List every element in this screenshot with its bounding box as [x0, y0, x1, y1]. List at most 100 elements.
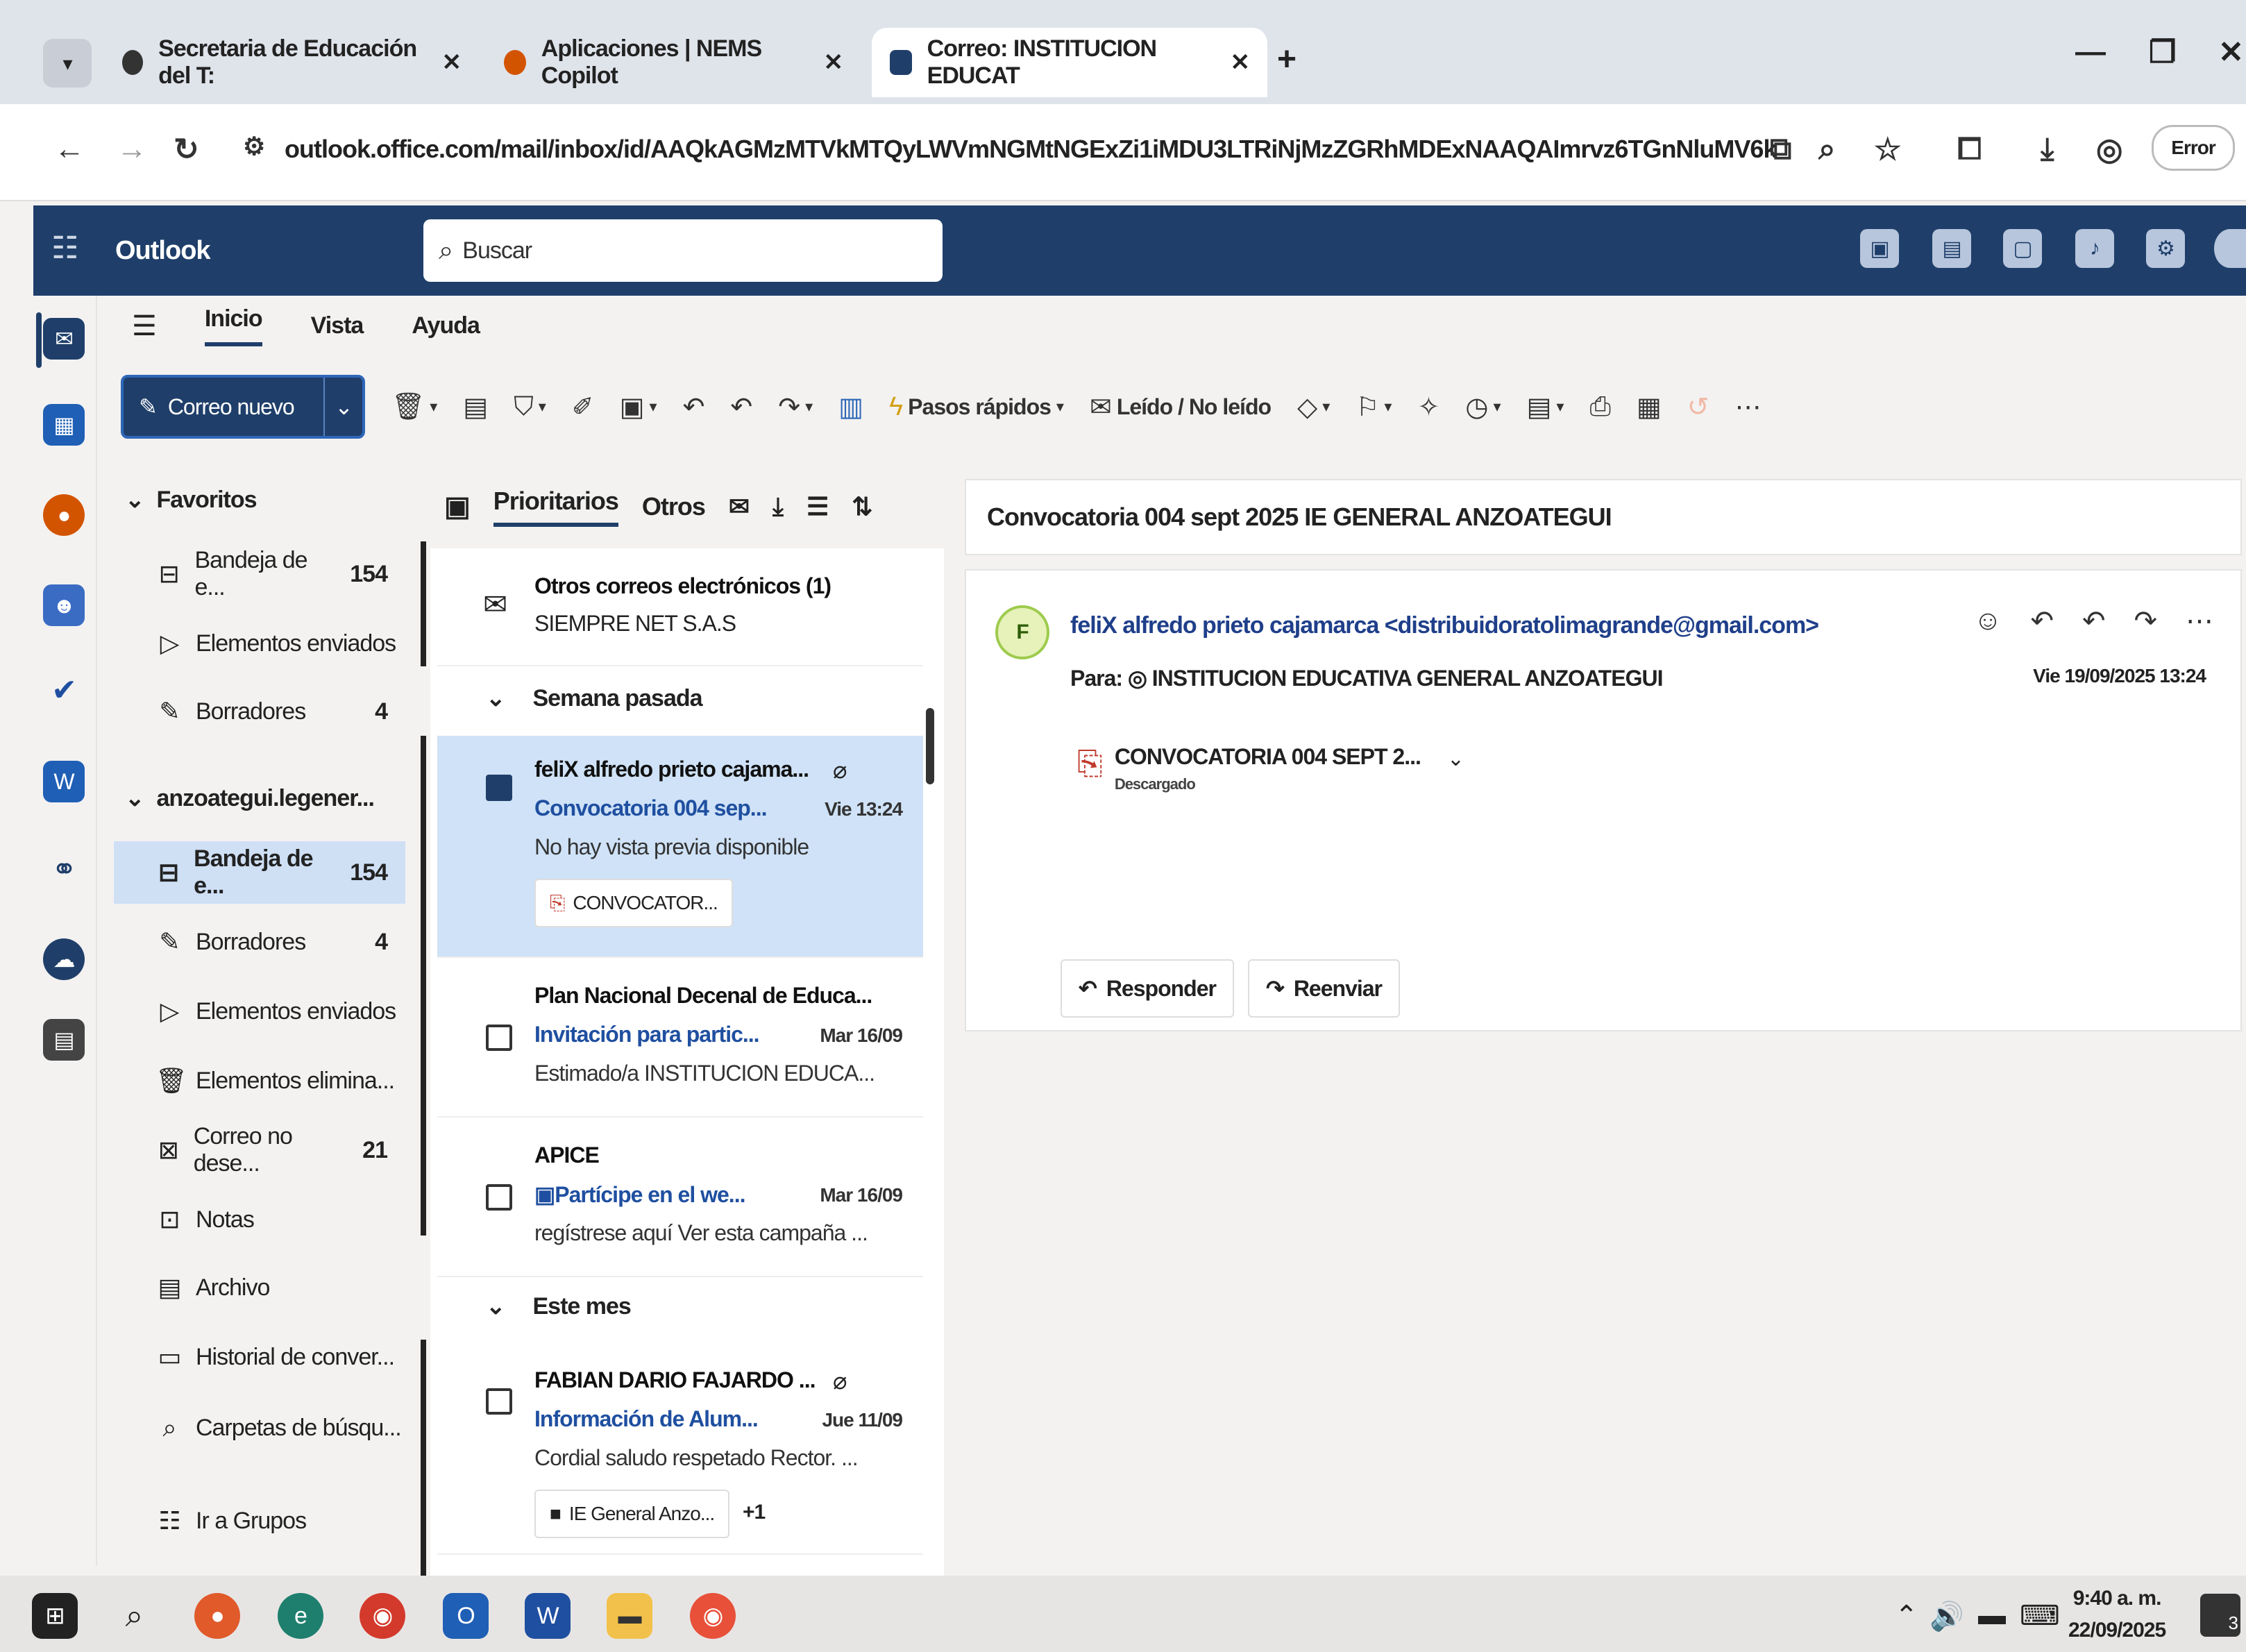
other-mail-summary[interactable]: ✉ Otros correos electrónicos (1) SIEMPRE…	[437, 548, 923, 666]
tab-vista[interactable]: Vista	[311, 312, 364, 339]
select-mode-icon[interactable]: ▣	[444, 491, 471, 523]
list-item-selected[interactable]: feliX alfredo prieto cajama... ⌀ Convoca…	[437, 736, 923, 958]
filter-icon[interactable]: ☰	[807, 492, 829, 521]
forward-icon[interactable]: →	[117, 132, 147, 167]
rules-button[interactable]: ▤ ▾	[1527, 391, 1564, 423]
volume-icon[interactable]: 🔊	[1930, 1600, 1964, 1633]
sender-name[interactable]: feliX alfredo prieto cajamarca <distribu…	[1070, 612, 1819, 639]
reply-all-button[interactable]: ↶	[730, 391, 752, 423]
folder-item-sent-fav[interactable]: ▷ Elementos enviados	[114, 612, 405, 675]
chrome-icon[interactable]: ◉	[360, 1593, 405, 1639]
categorize-button[interactable]: ◇ ▾	[1297, 391, 1330, 423]
folder-item-archive[interactable]: ▤ Archivo	[114, 1256, 405, 1319]
browser-tab-active[interactable]: Correo: INSTITUCION EDUCAT ✕	[872, 28, 1267, 97]
attachment-chip[interactable]: ■ IE General Anzo...	[534, 1490, 730, 1538]
message-list-scrollbar[interactable]	[926, 708, 934, 784]
minimize-icon[interactable]: —	[2075, 35, 2106, 69]
chrome-profile-icon[interactable]: ◉	[690, 1593, 736, 1639]
folder-item-notes[interactable]: ⊡ Notas	[114, 1188, 405, 1251]
my-day-icon[interactable]: ▢	[2003, 229, 2042, 268]
print-button[interactable]: ⎙	[1589, 392, 1610, 422]
undo-button[interactable]: ↺	[1687, 391, 1709, 423]
tab-focused[interactable]: Prioritarios	[493, 487, 619, 527]
calendar-icon[interactable]: ▦	[43, 404, 85, 446]
jump-to-icon[interactable]: ⤓	[772, 492, 784, 522]
folder-item-sent[interactable]: ▷ Elementos enviados	[114, 980, 405, 1043]
snooze-button[interactable]: ◷ ▾	[1465, 391, 1501, 423]
report-button[interactable]: ⛉ ▾	[514, 392, 546, 422]
reply-button[interactable]: ↶ Responder	[1061, 959, 1234, 1018]
message-checkbox[interactable]	[486, 1025, 512, 1051]
new-mail-dropdown-icon[interactable]: ⌄	[323, 378, 362, 436]
reply-icon[interactable]: ↶	[2030, 605, 2054, 637]
archive-button[interactable]: ▤	[463, 391, 488, 423]
url-field[interactable]: outlook.office.com/mail/inbox/id/AAQkAGM…	[285, 135, 1777, 176]
onedrive-icon[interactable]: ☁	[43, 938, 85, 980]
folder-item-junk[interactable]: ⊠ Correo no dese... 21	[114, 1119, 405, 1181]
network-icon[interactable]: ▬	[1978, 1600, 2006, 1631]
emoji-react-icon[interactable]: ☺	[1974, 605, 2002, 637]
keyboard-icon[interactable]: ⌨	[2020, 1600, 2060, 1632]
new-tab-icon[interactable]: +	[1277, 40, 1297, 78]
list-item[interactable]: FABIAN DARIO FAJARDO ... ⌀ Información d…	[437, 1347, 923, 1555]
reload-icon[interactable]: ↻	[174, 132, 199, 167]
more-actions-icon[interactable]: ⋯	[2186, 605, 2213, 637]
list-item[interactable]: APICE ▣Partícipe en el we... Mar 16/09 r…	[437, 1124, 923, 1277]
settings-gear-icon[interactable]: ⚙	[2146, 229, 2185, 268]
folder-item-drafts[interactable]: ✎ Borradores 4	[114, 911, 405, 973]
chevron-down-icon[interactable]: ⌄	[1447, 747, 1464, 771]
message-checkbox[interactable]	[486, 1388, 512, 1415]
quick-steps-button[interactable]: ϟ Pasos rápidos ▾	[889, 392, 1064, 422]
zoom-icon[interactable]: ⌕	[1818, 132, 1836, 167]
search-input[interactable]: ⌕ Buscar	[423, 219, 943, 282]
outlook-icon[interactable]: O	[443, 1593, 489, 1639]
folder-item-inbox[interactable]: ⊟ Bandeja de e... 154	[114, 841, 405, 904]
org-explorer-icon[interactable]: ⚭	[43, 848, 85, 890]
avatar[interactable]	[2214, 229, 2246, 268]
sort-icon[interactable]: ⇅	[852, 492, 872, 521]
clock[interactable]: 9:40 a. m. 22/09/2025	[2068, 1583, 2166, 1646]
account-icon[interactable]: ◎	[2096, 132, 2122, 167]
copilot-icon[interactable]: ●	[43, 494, 85, 536]
file-explorer-icon[interactable]: ▬	[607, 1593, 652, 1639]
edge-icon[interactable]: e	[278, 1593, 323, 1639]
browser-tab[interactable]: Secretaria de Educación del T: ✕	[104, 28, 479, 97]
tab-search-button[interactable]: ▾	[43, 39, 92, 87]
sweep-button[interactable]: ✐	[572, 391, 594, 423]
meet-now-icon[interactable]: ▣	[1860, 229, 1899, 268]
open-in-app-icon[interactable]: ⧉	[1770, 132, 1791, 167]
go-to-groups-link[interactable]: ☷ Ir a Grupos	[114, 1490, 405, 1552]
forward-button[interactable]: ↷ Reenviar	[1248, 959, 1400, 1018]
copilot-icon[interactable]: ●	[194, 1593, 240, 1639]
section-header-this-month[interactable]: ⌄ Este mes	[486, 1292, 632, 1320]
move-to-button[interactable]: ▣ ▾	[620, 391, 657, 423]
folder-item-inbox-fav[interactable]: ⊟ Bandeja de e... 154	[114, 543, 405, 605]
tab-other[interactable]: Otros	[642, 492, 706, 521]
search-icon[interactable]: ⌕	[111, 1593, 157, 1639]
close-tab-icon[interactable]: ✕	[442, 49, 462, 76]
todo-check-icon[interactable]: ✔	[43, 669, 85, 711]
word-icon[interactable]: W	[43, 761, 85, 802]
view-button[interactable]: ▦	[1637, 391, 1662, 423]
bookmark-star-icon[interactable]: ☆	[1874, 132, 1901, 167]
more-apps-icon[interactable]: ▤	[43, 1019, 85, 1061]
pin-button[interactable]: ✧	[1417, 391, 1439, 423]
favorites-header[interactable]: ⌄ Favoritos	[125, 486, 257, 514]
download-icon[interactable]: ⤓	[2041, 132, 2054, 167]
list-item[interactable]: Plan Nacional Decenal de Educa... Invita…	[437, 965, 923, 1118]
account-header[interactable]: ⌄ anzoategui.legener...	[125, 784, 375, 812]
attachment-chip[interactable]: ⎘ CONVOCATOR...	[534, 879, 733, 927]
attachment-card[interactable]: ⎘ CONVOCATORIA 004 SEPT 2... Descargado …	[1077, 744, 1464, 793]
read-unread-button[interactable]: ✉ Leído / No leído	[1090, 391, 1272, 423]
site-info-icon[interactable]: ⚙	[243, 132, 265, 161]
section-header-last-week[interactable]: ⌄ Semana pasada	[486, 684, 703, 712]
tab-ayuda[interactable]: Ayuda	[412, 312, 480, 339]
close-tab-icon[interactable]: ✕	[1231, 49, 1250, 76]
mail-icon[interactable]: ✉	[43, 318, 85, 360]
delete-button[interactable]: 🗑 ▾	[391, 391, 437, 422]
more-attachments-count[interactable]: +1	[743, 1501, 766, 1524]
more-options-button[interactable]: ⋯	[1735, 391, 1762, 423]
new-mail-button[interactable]: ✎ Correo nuevo ⌄	[121, 375, 365, 439]
folder-item-drafts-fav[interactable]: ✎ Borradores 4	[114, 680, 405, 743]
reply-button[interactable]: ↶	[683, 391, 705, 423]
